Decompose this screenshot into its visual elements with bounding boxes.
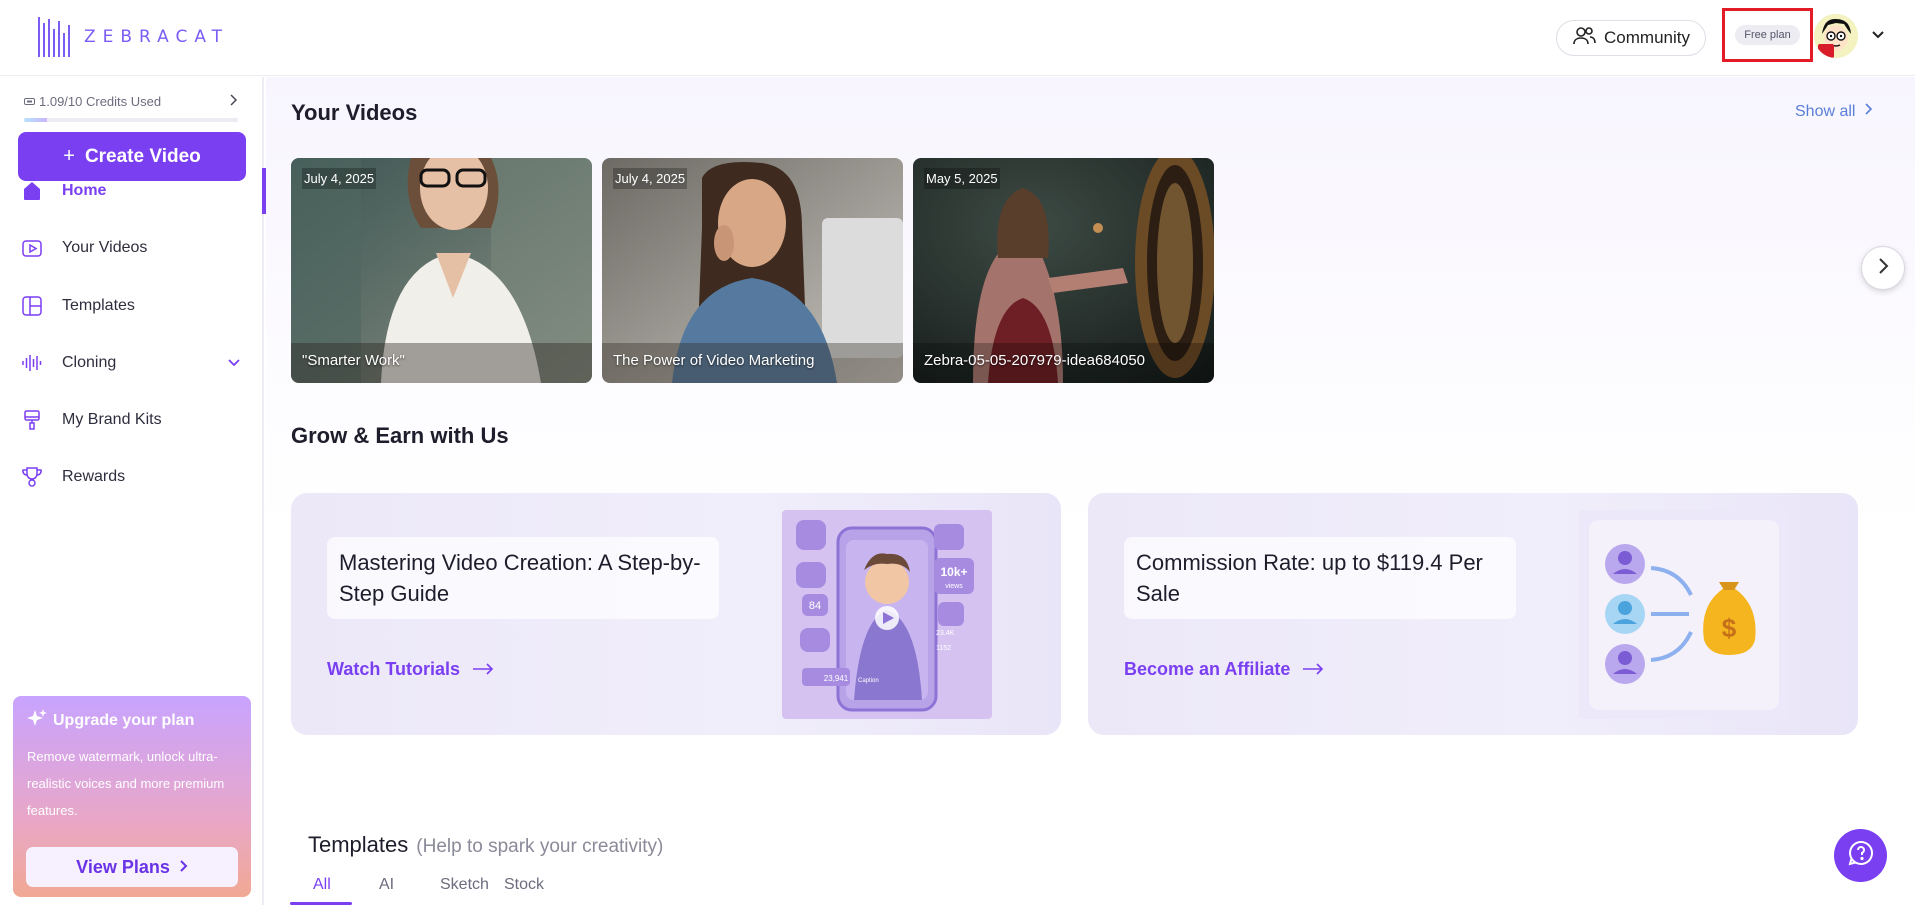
watch-tutorials-link[interactable]: Watch Tutorials: [327, 659, 494, 680]
video-date: May 5, 2025: [924, 168, 1000, 189]
main-content: Your Videos Show all July 4, 2025 "Smart…: [266, 77, 1915, 905]
templates-title-text: Templates: [308, 832, 409, 857]
view-plans-button[interactable]: View Plans: [26, 847, 238, 887]
people-icon: [1572, 26, 1596, 51]
sidebar-item-label: Cloning: [62, 354, 117, 371]
upgrade-plan-card: Upgrade your plan Remove watermark, unlo…: [13, 696, 251, 897]
templates-icon: [20, 294, 44, 318]
stat-views-label: views: [945, 583, 963, 590]
video-title: "Smarter Work": [302, 352, 405, 369]
sidebar-item-your-videos[interactable]: Your Videos: [0, 225, 264, 271]
credits-label: 1.09/10 Credits Used: [39, 94, 162, 109]
help-chat-icon: [1848, 840, 1874, 871]
chevron-right-icon: [1876, 257, 1890, 280]
sidebar-item-brand-kits[interactable]: My Brand Kits: [0, 397, 264, 443]
avatar[interactable]: [1814, 14, 1858, 58]
phone-video-illustration: 84 23,941 10k+ views 23.4K 1152 Caption: [782, 510, 992, 719]
sidebar-item-label: Templates: [62, 297, 135, 314]
credits-progress-bar: [24, 118, 238, 122]
sidebar: 1.09/10 Credits Used + Create Video Home…: [0, 77, 266, 905]
arrow-right-icon: [472, 659, 494, 680]
video-date: July 4, 2025: [302, 168, 377, 189]
sidebar-item-label: Your Videos: [62, 239, 148, 256]
video-card[interactable]: July 4, 2025 The Power of Video Marketin…: [602, 158, 903, 383]
sidebar-item-home[interactable]: Home: [0, 168, 266, 214]
show-all-label: Show all: [1795, 102, 1856, 120]
sparkle-icon: [27, 708, 47, 733]
video-play-icon: [20, 236, 44, 260]
top-header: ZEBRACAT Community Free plan: [0, 0, 1915, 76]
templates-section: Templates (Help to spark your creativity)…: [290, 814, 1900, 905]
video-thumbnail: [913, 158, 1214, 383]
sidebar-item-templates[interactable]: Templates: [0, 283, 264, 329]
video-card[interactable]: July 4, 2025 "Smarter Work": [291, 158, 592, 383]
carousel-next-button[interactable]: [1861, 246, 1905, 290]
upgrade-description: Remove watermark, unlock ultra-realistic…: [27, 749, 225, 818]
sidebar-item-cloning[interactable]: Cloning: [0, 340, 264, 386]
logo-mark-icon: [38, 17, 70, 57]
plan-badge: Free plan: [1735, 25, 1800, 45]
chevron-right-icon: [178, 857, 188, 878]
watch-tutorials-label: Watch Tutorials: [327, 659, 461, 679]
create-video-label: Create Video: [84, 145, 201, 167]
chevron-right-icon: [1863, 102, 1873, 121]
chevron-right-icon: [228, 94, 238, 109]
affiliate-illustration: $: [1579, 510, 1789, 719]
video-title: The Power of Video Marketing: [613, 352, 815, 369]
become-affiliate-label: Become an Affiliate: [1124, 659, 1291, 679]
chevron-down-icon[interactable]: [226, 354, 242, 375]
tab-ai[interactable]: AI: [379, 876, 394, 894]
tutorials-card[interactable]: Mastering Video Creation: A Step-by-Step…: [291, 493, 1061, 735]
video-thumbnail: [291, 158, 592, 383]
plus-icon: +: [63, 145, 75, 167]
video-date: July 4, 2025: [613, 168, 688, 189]
brush-icon: [20, 408, 44, 432]
community-label: Community: [1604, 28, 1690, 47]
sidebar-item-rewards[interactable]: Rewards: [0, 454, 264, 500]
stat-count: 84: [809, 600, 821, 612]
tab-stock[interactable]: Stock: [504, 876, 544, 894]
view-plans-label: View Plans: [76, 856, 170, 877]
affiliate-heading: Commission Rate: up to $119.4 Per Sale: [1124, 537, 1516, 619]
upgrade-title: Upgrade your plan: [27, 708, 237, 733]
caption-label: Caption: [858, 678, 879, 684]
upgrade-title-text: Upgrade your plan: [53, 711, 195, 729]
arrow-right-icon: [1302, 659, 1324, 680]
tutorials-heading: Mastering Video Creation: A Step-by-Step…: [327, 537, 719, 619]
credits-usage[interactable]: 1.09/10 Credits Used: [24, 94, 238, 109]
video-card[interactable]: May 5, 2025 Zebra-05-05-207979-idea68405…: [913, 158, 1214, 383]
tab-sketch[interactable]: Sketch: [440, 876, 489, 894]
tab-all[interactable]: All: [313, 876, 331, 894]
community-button[interactable]: Community: [1556, 20, 1706, 56]
sidebar-item-label: Rewards: [62, 468, 126, 485]
affiliate-card[interactable]: Commission Rate: up to $119.4 Per Sale B…: [1088, 493, 1858, 735]
your-videos-title: Your Videos: [291, 100, 418, 125]
trophy-icon: [20, 465, 44, 489]
stat-comments: 1152: [936, 645, 951, 652]
stat-likes: 23.4K: [936, 630, 955, 637]
svg-text:$: $: [1722, 613, 1737, 643]
grow-earn-title: Grow & Earn with Us: [291, 423, 509, 448]
home-icon: [20, 179, 44, 203]
help-chat-button[interactable]: [1834, 829, 1887, 882]
sidebar-item-label: Home: [62, 182, 107, 199]
templates-subtitle: (Help to spark your creativity): [416, 836, 664, 857]
waveform-icon: [20, 351, 44, 375]
stat-youtube: 23,941: [824, 674, 849, 683]
free-plan-highlight[interactable]: Free plan: [1722, 8, 1813, 62]
account-chevron-down-icon[interactable]: [1870, 26, 1886, 47]
coin-icon: [24, 94, 35, 109]
credits-progress-fill: [24, 118, 48, 122]
video-title: Zebra-05-05-207979-idea684050: [924, 352, 1146, 369]
stat-views: 10k+: [940, 565, 967, 579]
templates-title: Templates (Help to spark your creativity): [308, 832, 663, 858]
sidebar-item-label: My Brand Kits: [62, 411, 162, 428]
zebracat-logo[interactable]: ZEBRACAT: [38, 17, 229, 57]
logo-text: ZEBRACAT: [84, 27, 230, 47]
video-thumbnail: [602, 158, 903, 383]
show-all-link[interactable]: Show all: [1795, 102, 1873, 121]
become-affiliate-link[interactable]: Become an Affiliate: [1124, 659, 1324, 680]
